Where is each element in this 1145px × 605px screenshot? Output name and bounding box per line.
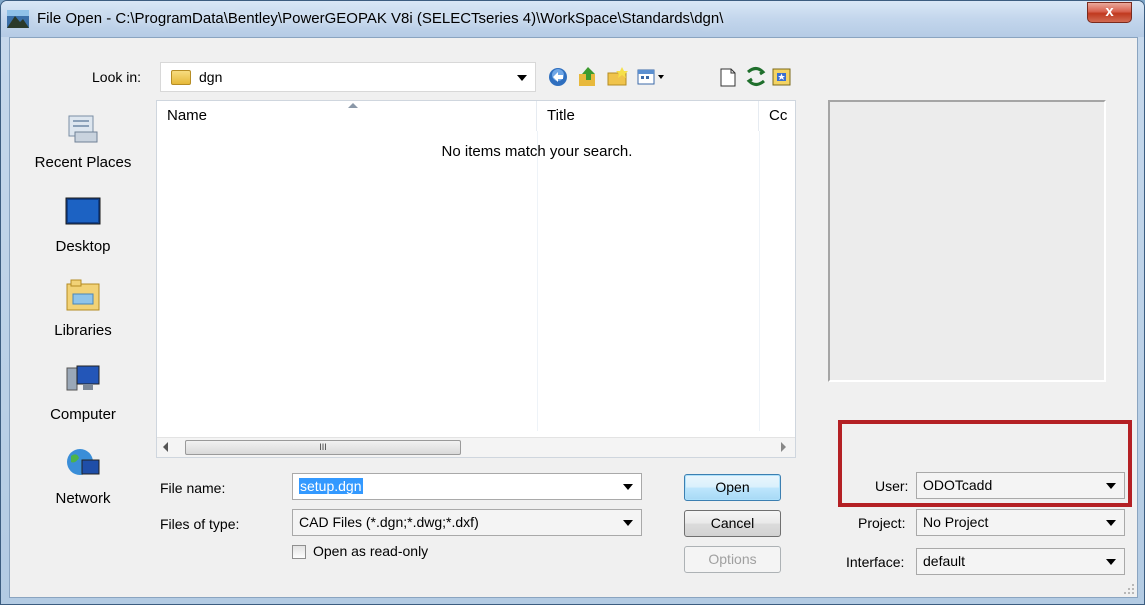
place-label: Libraries [54,322,112,339]
file-open-dialog: File Open - C:\ProgramData\Bentley\Power… [0,0,1145,605]
horizontal-scrollbar[interactable]: III [157,437,795,457]
place-network[interactable]: Network [10,446,156,526]
column-header-name[interactable]: Name [157,101,537,131]
title-bar[interactable]: File Open - C:\ProgramData\Bentley\Power… [1,1,1144,37]
chevron-down-icon[interactable] [623,520,633,526]
column-header-cc[interactable]: Cc [759,101,795,131]
new-folder-icon[interactable] [606,66,630,88]
file-type-combobox[interactable]: CAD Files (*.dgn;*.dwg;*.dxf) [292,509,642,536]
read-only-checkbox[interactable] [292,545,306,559]
options-button[interactable]: Options [684,546,781,573]
back-icon[interactable] [546,66,570,88]
file-name-label: File name: [160,480,226,496]
recent-places-icon [68,115,98,143]
view-menu-icon[interactable] [636,66,668,88]
file-type-label: Files of type: [160,516,240,532]
sort-ascending-icon [348,103,358,108]
place-label: Recent Places [34,154,132,171]
place-label: Computer [50,406,116,423]
app-icon [7,10,29,28]
annotation-highlight-box [838,420,1132,507]
folder-icon [171,70,191,85]
look-in-value: dgn [199,69,223,85]
window-title: File Open - C:\ProgramData\Bentley\Power… [37,10,724,27]
workspace-icon[interactable] [770,66,794,88]
look-in-label: Look in: [92,69,142,85]
cancel-button[interactable]: Cancel [684,510,781,537]
scroll-thumb[interactable]: III [185,440,461,455]
resize-grip-icon[interactable] [1123,583,1135,595]
open-button[interactable]: Open [684,474,781,501]
interface-combobox[interactable]: default [916,548,1125,575]
computer-icon [66,365,100,391]
look-in-combobox[interactable]: dgn [160,62,536,92]
chevron-down-icon[interactable] [1106,559,1116,565]
libraries-icon [66,279,100,311]
close-button[interactable]: x [1087,2,1132,23]
project-value: No Project [923,514,989,530]
file-list[interactable]: Name Title Cc No items match your search… [156,100,796,458]
column-divider [537,131,538,431]
up-folder-icon[interactable] [576,66,600,88]
refresh-icon[interactable] [744,66,768,88]
desktop-icon [65,197,101,225]
dialog-client: Look in: dgn Recent Places Desktop Libra… [9,37,1138,598]
chevron-down-icon[interactable] [623,484,633,490]
empty-message: No items match your search. [441,143,633,160]
place-libraries[interactable]: Libraries [10,278,156,358]
scroll-right-icon[interactable] [781,442,786,452]
new-file-icon[interactable] [716,66,740,88]
file-name-value[interactable]: setup.dgn [299,478,363,494]
place-label: Network [55,490,111,507]
preview-pane [828,100,1106,382]
chevron-down-icon [517,75,527,81]
place-computer[interactable]: Computer [10,362,156,442]
interface-value: default [923,553,966,569]
column-divider [759,131,760,431]
chevron-down-icon[interactable] [1106,520,1116,526]
read-only-label[interactable]: Open as read-only [313,543,428,559]
place-desktop[interactable]: Desktop [10,194,156,274]
interface-label: Interface: [846,554,905,570]
file-type-value: CAD Files (*.dgn;*.dwg;*.dxf) [299,514,479,530]
place-label: Desktop [55,238,111,255]
project-label: Project: [858,515,906,531]
file-name-combobox[interactable]: setup.dgn [292,473,642,500]
scroll-left-icon[interactable] [163,442,168,452]
column-header-title[interactable]: Title [537,101,759,131]
network-icon [67,449,100,475]
place-recent-places[interactable]: Recent Places [10,110,156,190]
places-bar: Recent Places Desktop Libraries Computer… [10,100,156,522]
project-combobox[interactable]: No Project [916,509,1125,536]
